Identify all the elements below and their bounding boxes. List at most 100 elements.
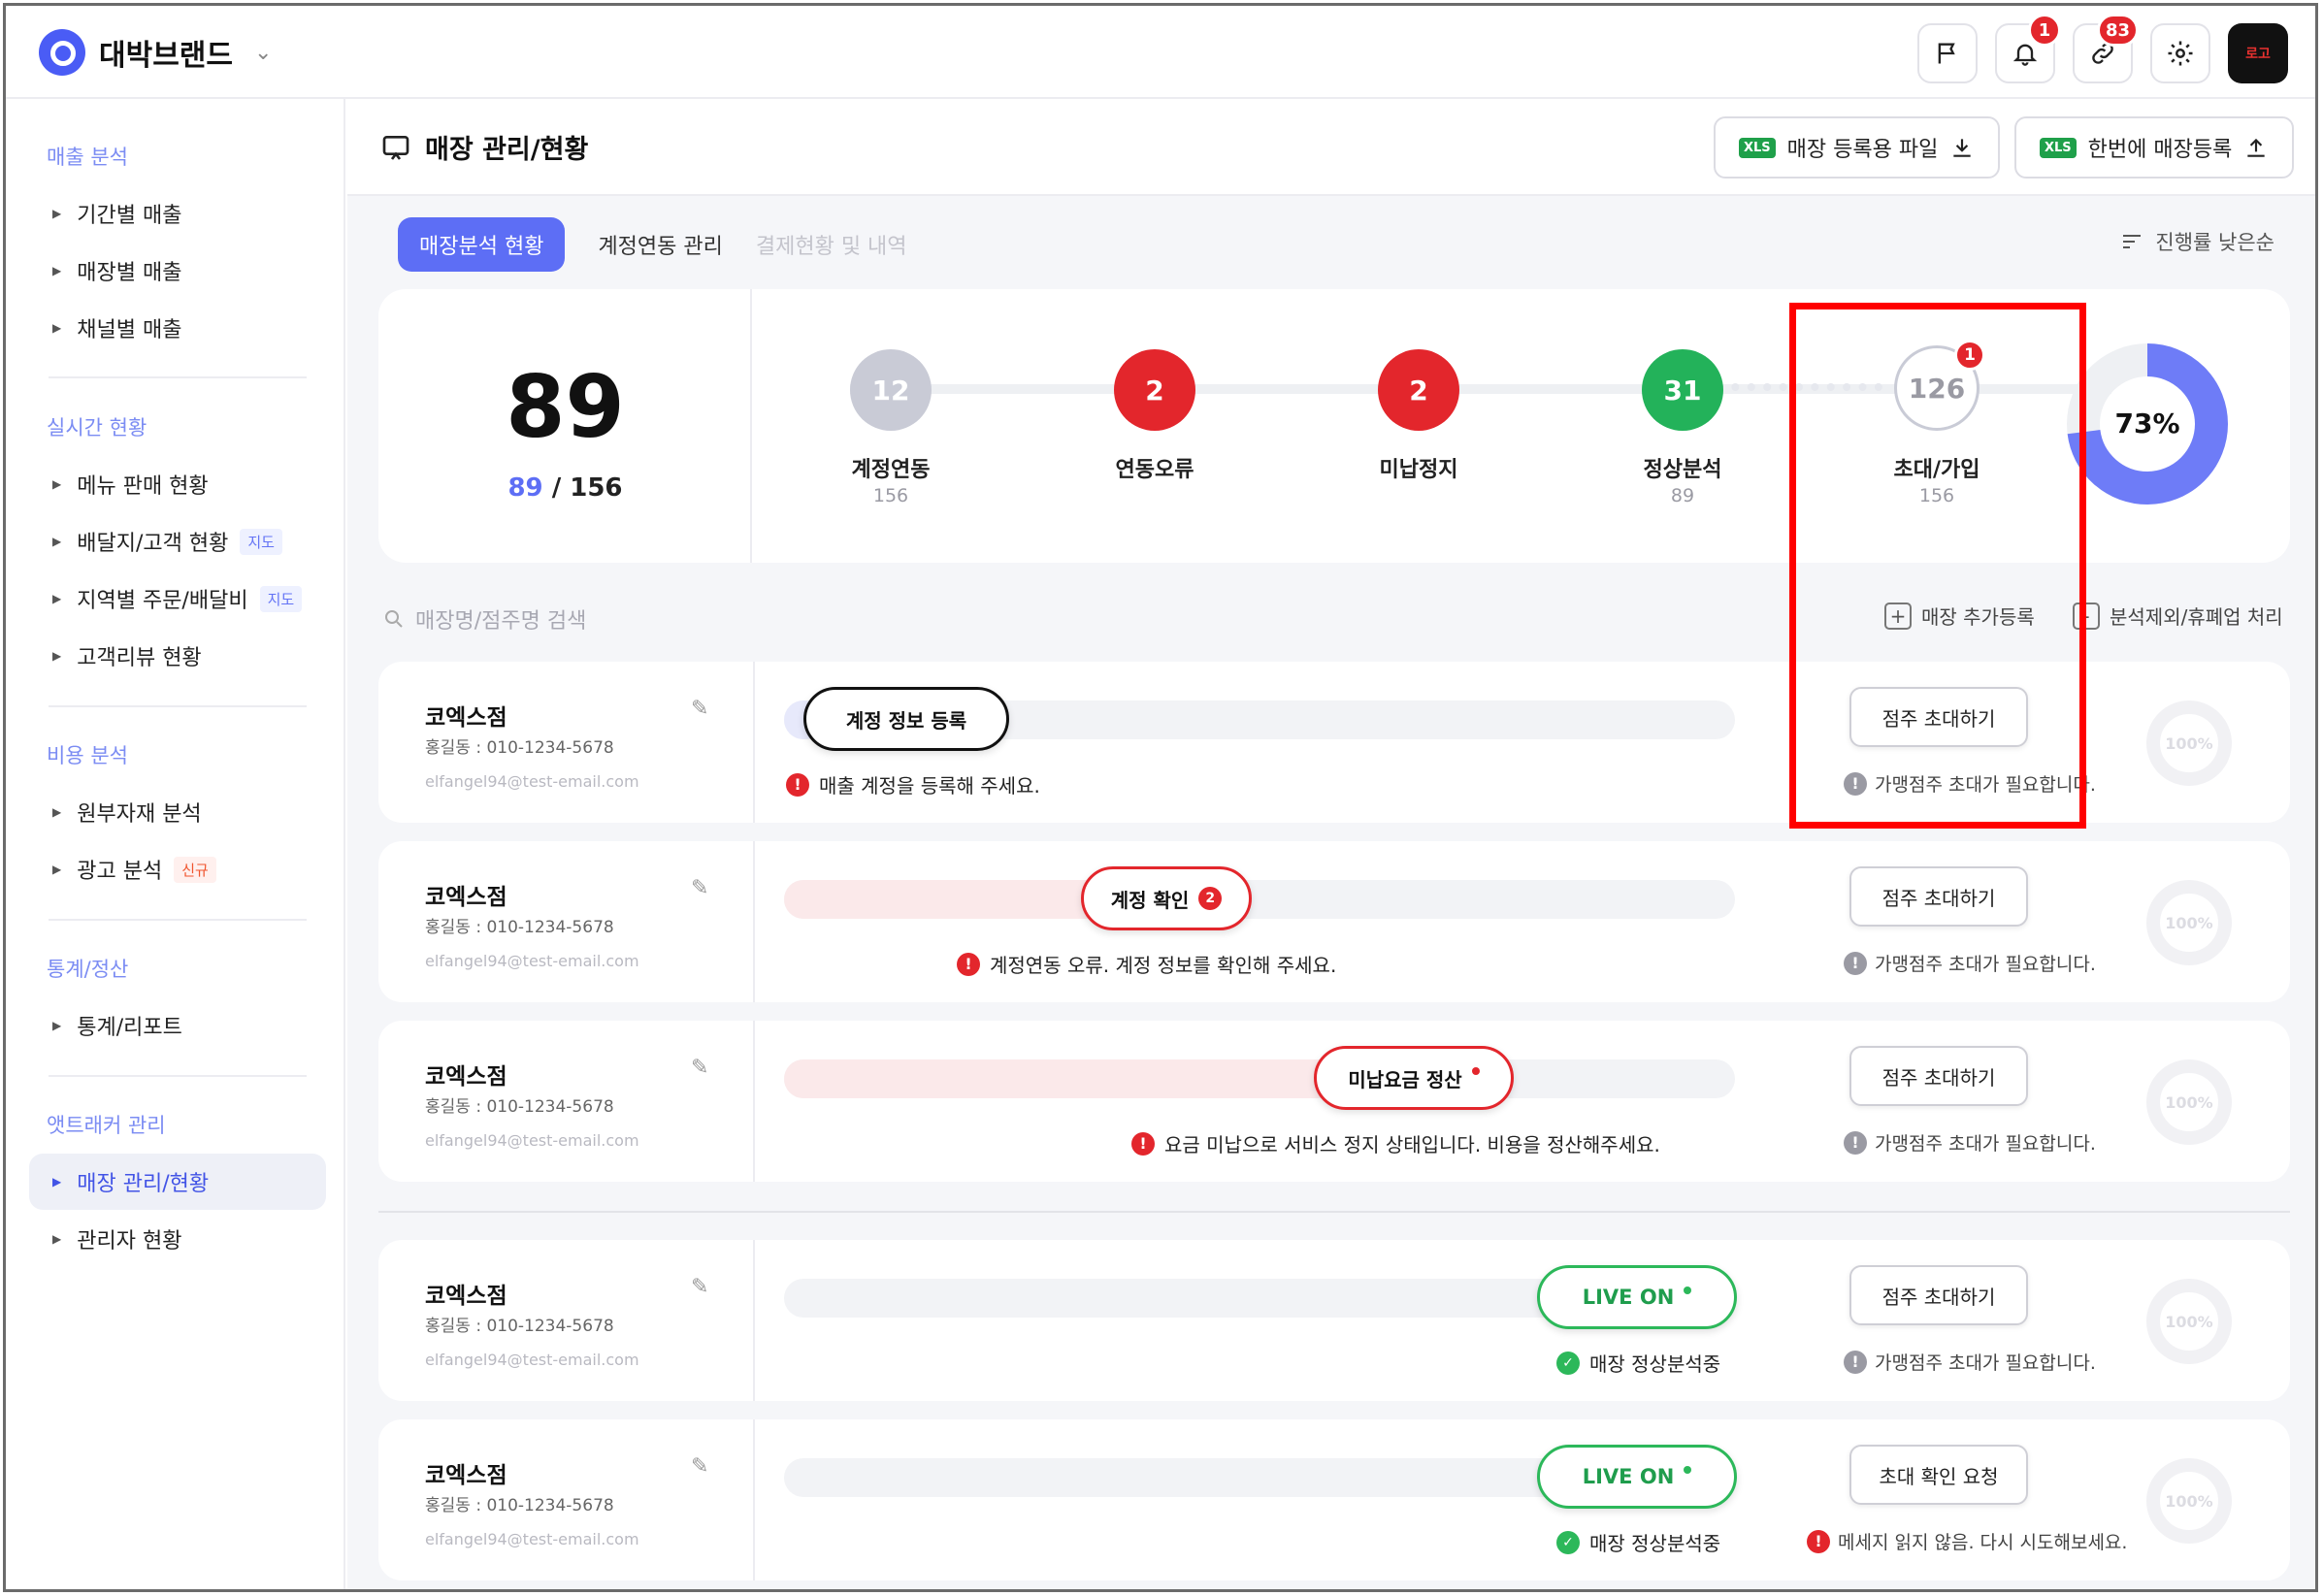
link-badge: 83 <box>2096 14 2139 47</box>
live-on-status[interactable]: LIVE ON <box>1537 1265 1737 1329</box>
status-message: ! 매출 계정을 등록해 주세요. <box>786 770 1040 798</box>
sidebar-item-label: 고객리뷰 현황 <box>77 646 202 670</box>
status-message: ✓ 매장 정상분석중 <box>1556 1349 1720 1377</box>
tab-account-link[interactable]: 계정연동 관리 <box>598 229 722 260</box>
bulk-register-button[interactable]: XLS 한번에 매장등록 <box>2014 116 2295 179</box>
status-text: 요금 미납으로 서비스 정지 상태입니다. 비용을 정산해주세요. <box>1164 1133 1660 1156</box>
step-sub: 156 <box>872 485 909 506</box>
request-invite-check-button[interactable]: 초대 확인 요청 <box>1849 1445 2028 1505</box>
store-email: elfangel94@test-email.com <box>425 1351 639 1369</box>
top-icons: 1 83 로고 <box>1917 14 2288 83</box>
sidebar-item-materials[interactable]: ▶ 원부자재 분석 <box>29 784 326 840</box>
gear-icon <box>2168 41 2193 66</box>
store-name: 코엑스점 <box>425 1284 507 1309</box>
sidebar-item-label: 메뉴 판매 현황 <box>77 474 209 499</box>
tab-store-analysis[interactable]: 매장분석 현황 <box>398 217 566 272</box>
tab-bar: 매장분석 현황 계정연동 관리 결제현황 및 내역 <box>398 217 907 272</box>
live-dot <box>1684 1466 1692 1474</box>
sidebar-item-label: 채널별 매출 <box>77 318 182 342</box>
brand-switcher[interactable]: 대박브랜드 ⌄ <box>39 29 272 76</box>
notification-button[interactable]: 1 <box>1995 14 2061 83</box>
check-icon: ✓ <box>1556 1530 1580 1554</box>
info-icon: ! <box>1844 1130 1867 1155</box>
edit-icon[interactable]: ✎ <box>691 1454 708 1479</box>
sidebar: 매출 분석 ▶ 기간별 매출 ▶ 매장별 매출 ▶ 채널별 매출 실시간 현황 ▶ 메뉴… <box>6 99 345 1589</box>
caret-right-icon: ▶ <box>52 649 62 663</box>
sidebar-item-label: 통계/리포트 <box>77 1016 182 1040</box>
live-on-status[interactable]: LIVE ON <box>1537 1445 1737 1509</box>
caret-right-icon: ▶ <box>52 1232 62 1246</box>
settings-button[interactable] <box>2150 23 2210 83</box>
edit-icon[interactable]: ✎ <box>691 697 708 721</box>
check-account-button[interactable]: 계정 확인 2 <box>1081 866 1252 930</box>
error-icon: ! <box>1131 1131 1155 1156</box>
app-window: 대박브랜드 ⌄ 1 83 로고 매출 분석 ▶ 기간별 매출 ▶ 매장별 매출 ▶ <box>3 3 2318 1592</box>
store-info: 코엑스점 홍길동 : 010-1234-5678 elfangel94@test… <box>378 662 755 823</box>
avatar[interactable]: 로고 <box>2228 23 2288 83</box>
sidebar-item-delivery-customers[interactable]: ▶ 배달지/고객 현황 지도 <box>29 513 326 570</box>
sidebar-item-period-sales[interactable]: ▶ 기간별 매출 <box>29 185 326 242</box>
pay-unpaid-button[interactable]: 미납요금 정산 <box>1314 1046 1514 1110</box>
store-info: 코엑스점 홍길동 : 010-1234-5678 elfangel94@test… <box>378 1419 755 1580</box>
caret-right-icon: ▶ <box>52 207 62 220</box>
step-circle-normal[interactable]: 31 <box>1642 349 1723 431</box>
donut-percent: 73% <box>2114 407 2180 440</box>
sidebar-item-regional-orders[interactable]: ▶ 지역별 주문/배달비 지도 <box>29 570 326 627</box>
monitor-icon <box>382 135 409 160</box>
brand-logo-icon <box>39 29 85 76</box>
edit-icon[interactable]: ✎ <box>691 1275 708 1299</box>
sidebar-item-label: 지역별 주문/배달비 <box>77 589 248 613</box>
search-icon <box>385 610 403 628</box>
error-icon: ! <box>957 952 980 976</box>
sidebar-item-label: 매장별 매출 <box>77 261 182 285</box>
notification-badge: 1 <box>2028 14 2061 47</box>
sidebar-item-label: 관리자 현황 <box>77 1229 182 1254</box>
invite-status-text: 가맹점주 초대가 필요합니다. <box>1875 954 2096 975</box>
sidebar-divider <box>49 376 307 378</box>
list-item: 코엑스점 홍길동 : 010-1234-5678 elfangel94@test… <box>378 1240 2290 1401</box>
progress-fill <box>784 880 1104 919</box>
main-content: 매장 관리/현황 XLS 매장 등록용 파일 XLS 한번에 매장등록 매장분석… <box>347 99 2315 1589</box>
store-ratio: 89 / 156 <box>378 473 752 503</box>
sort-dropdown[interactable]: 진행률 낮은순 <box>2120 227 2274 256</box>
step-circle-account[interactable]: 12 <box>850 349 932 431</box>
store-email: elfangel94@test-email.com <box>425 1530 639 1548</box>
invite-owner-button[interactable]: 점주 초대하기 <box>1849 1265 2028 1325</box>
store-email: elfangel94@test-email.com <box>425 952 639 970</box>
step-label: 계정연동 <box>851 458 931 482</box>
sidebar-item-store-management[interactable]: ▶ 매장 관리/현황 <box>29 1154 326 1210</box>
sidebar-section-title: 매출 분석 <box>47 146 128 169</box>
sidebar-item-admins[interactable]: ▶ 관리자 현황 <box>29 1211 326 1267</box>
edit-icon[interactable]: ✎ <box>691 876 708 900</box>
invite-status-text: 가맹점주 초대가 필요합니다. <box>1875 1133 2096 1155</box>
search-input[interactable]: 매장명/점주명 검색 <box>382 603 586 635</box>
exclude-store-button[interactable]: - 분석제외/휴폐업 처리 <box>2073 602 2283 630</box>
progress-ring: 100% <box>2146 700 2232 786</box>
store-email: elfangel94@test-email.com <box>425 1131 639 1150</box>
status-message: ! 계정연동 오류. 계정 정보를 확인해 주세요. <box>957 950 1336 978</box>
highlight-box <box>1789 303 2086 829</box>
info-icon: ! <box>1844 951 1867 975</box>
sidebar-item-store-sales[interactable]: ▶ 매장별 매출 <box>29 243 326 299</box>
sidebar-section-title: 비용 분석 <box>47 744 128 767</box>
live-dot <box>1684 1287 1692 1294</box>
sidebar-item-reports[interactable]: ▶ 통계/리포트 <box>29 997 326 1054</box>
link-button[interactable]: 83 <box>2073 14 2139 83</box>
flag-button[interactable] <box>1917 23 1978 83</box>
store-email: elfangel94@test-email.com <box>425 772 639 791</box>
check-icon: ✓ <box>1556 1351 1580 1375</box>
sidebar-item-channel-sales[interactable]: ▶ 채널별 매출 <box>29 300 326 356</box>
step-circle-unpaid[interactable]: 2 <box>1378 349 1459 431</box>
store-info: 코엑스점 홍길동 : 010-1234-5678 elfangel94@test… <box>378 1021 755 1182</box>
step-circle-link-error[interactable]: 2 <box>1114 349 1195 431</box>
invite-owner-button[interactable]: 점주 초대하기 <box>1849 866 2028 927</box>
edit-icon[interactable]: ✎ <box>691 1056 708 1080</box>
store-name: 코엑스점 <box>425 1064 507 1090</box>
sidebar-item-reviews[interactable]: ▶ 고객리뷰 현황 <box>29 628 326 684</box>
invite-owner-button[interactable]: 점주 초대하기 <box>1849 1046 2028 1106</box>
sidebar-item-menu-sales[interactable]: ▶ 메뉴 판매 현황 <box>29 456 326 512</box>
tab-payment[interactable]: 결제현황 및 내역 <box>756 229 907 260</box>
register-account-button[interactable]: 계정 정보 등록 <box>803 687 1009 751</box>
sidebar-item-ads[interactable]: ▶ 광고 분석 신규 <box>29 841 326 897</box>
download-template-button[interactable]: XLS 매장 등록용 파일 <box>1714 116 2001 179</box>
